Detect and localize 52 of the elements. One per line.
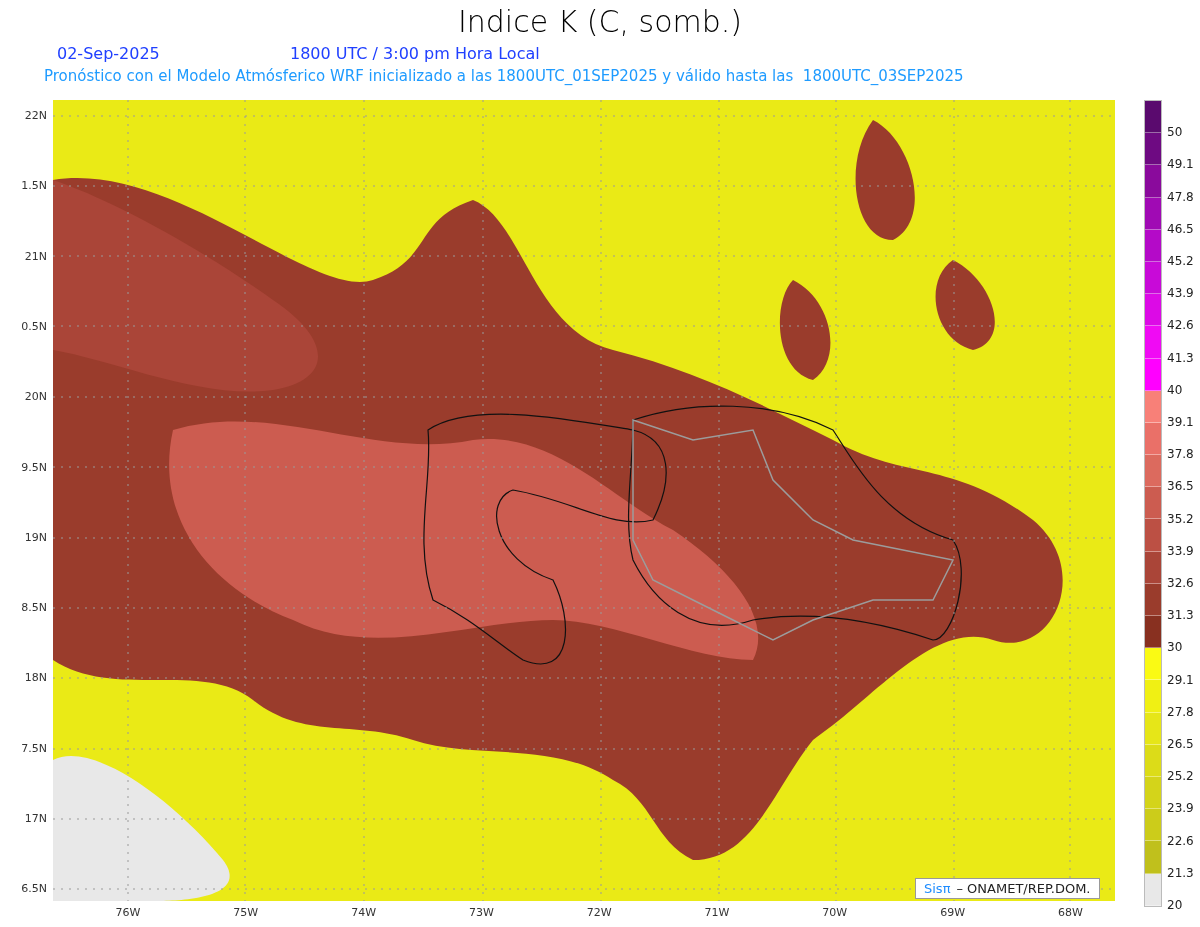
colorbar-label: 20 bbox=[1167, 898, 1183, 912]
colorbar-label: 31.3 bbox=[1167, 608, 1194, 623]
longitude-label: 70W bbox=[821, 906, 849, 920]
colorbar-label: 35.2 bbox=[1167, 511, 1194, 526]
colorbar-label: 32.6 bbox=[1167, 576, 1194, 590]
colorbar-label: 45.2 bbox=[1167, 254, 1194, 268]
forecast-time: 1800 UTC / 3:00 pm Hora Local bbox=[290, 44, 540, 64]
credit-text: – ONAMET/REP.DOM. bbox=[956, 880, 1091, 897]
colorbar-label: 37.8 bbox=[1167, 447, 1194, 462]
latitude-label: 19N bbox=[23, 530, 47, 545]
colorbar-label: 46.5 bbox=[1167, 221, 1194, 236]
colorbar-label: 29.1 bbox=[1167, 672, 1194, 687]
longitude-label: 76W bbox=[114, 906, 142, 920]
colorbar-label: 43.9 bbox=[1167, 286, 1194, 301]
chart-title: Indice K (C, somb.) bbox=[456, 3, 744, 41]
latitude-label: 9.5N bbox=[20, 460, 47, 475]
latitude-label: 7.5N bbox=[20, 741, 47, 756]
colorbar-label: 30 bbox=[1167, 640, 1183, 655]
colorbar-label: 27.8 bbox=[1167, 704, 1194, 719]
latitude-label: 1.5N bbox=[20, 179, 47, 194]
longitude-label: 73W bbox=[467, 906, 495, 920]
latitude-label: 20N bbox=[23, 390, 47, 405]
colorbar-label: 25.2 bbox=[1167, 769, 1194, 784]
longitude-label: 74W bbox=[350, 906, 378, 920]
colorbar-label: 47.8 bbox=[1167, 189, 1194, 204]
longitude-label: 69W bbox=[939, 906, 967, 920]
latitude-label: 0.5N bbox=[20, 319, 47, 334]
forecast-date: 02-Sep-2025 bbox=[57, 44, 160, 64]
latitude-label: 17N bbox=[23, 812, 47, 826]
longitude-label: 75W bbox=[232, 906, 260, 920]
colorbar-label: 40 bbox=[1167, 382, 1183, 397]
colorbar-label: 50 bbox=[1167, 125, 1183, 140]
latitude-label: 6.5N bbox=[20, 882, 47, 897]
latitude-label: 22N bbox=[23, 109, 47, 123]
colorbar-label: 49.1 bbox=[1167, 157, 1194, 172]
colorbar-label: 22.6 bbox=[1167, 833, 1194, 848]
brand-label: Sisπ bbox=[924, 880, 951, 897]
forecast-subtitle: Pronóstico con el Modelo Atmósferico WRF inicializado a las 1800UTC_01SEP2025 y válido hasta las 1800UTC_03SEP2025 bbox=[44, 66, 964, 86]
latitude-label: 18N bbox=[23, 671, 47, 686]
latitude-label: 21N bbox=[23, 249, 47, 264]
colorbar-label: 33.9 bbox=[1167, 543, 1194, 558]
longitude-label: 71W bbox=[703, 906, 731, 920]
colorbar-label: 23.9 bbox=[1167, 801, 1194, 816]
latitude-label: 8.5N bbox=[20, 601, 47, 616]
longitude-label: 72W bbox=[585, 906, 613, 920]
colorbar-label: 26.5 bbox=[1167, 737, 1194, 751]
colorbar-label: 39.1 bbox=[1167, 415, 1194, 429]
colorbar-label: 42.6 bbox=[1167, 318, 1194, 333]
colorbar-label: 36.5 bbox=[1167, 479, 1194, 494]
longitude-label: 68W bbox=[1056, 906, 1084, 920]
colorbar-label: 41.3 bbox=[1167, 350, 1194, 365]
colorbar-label: 21.3 bbox=[1167, 865, 1194, 880]
